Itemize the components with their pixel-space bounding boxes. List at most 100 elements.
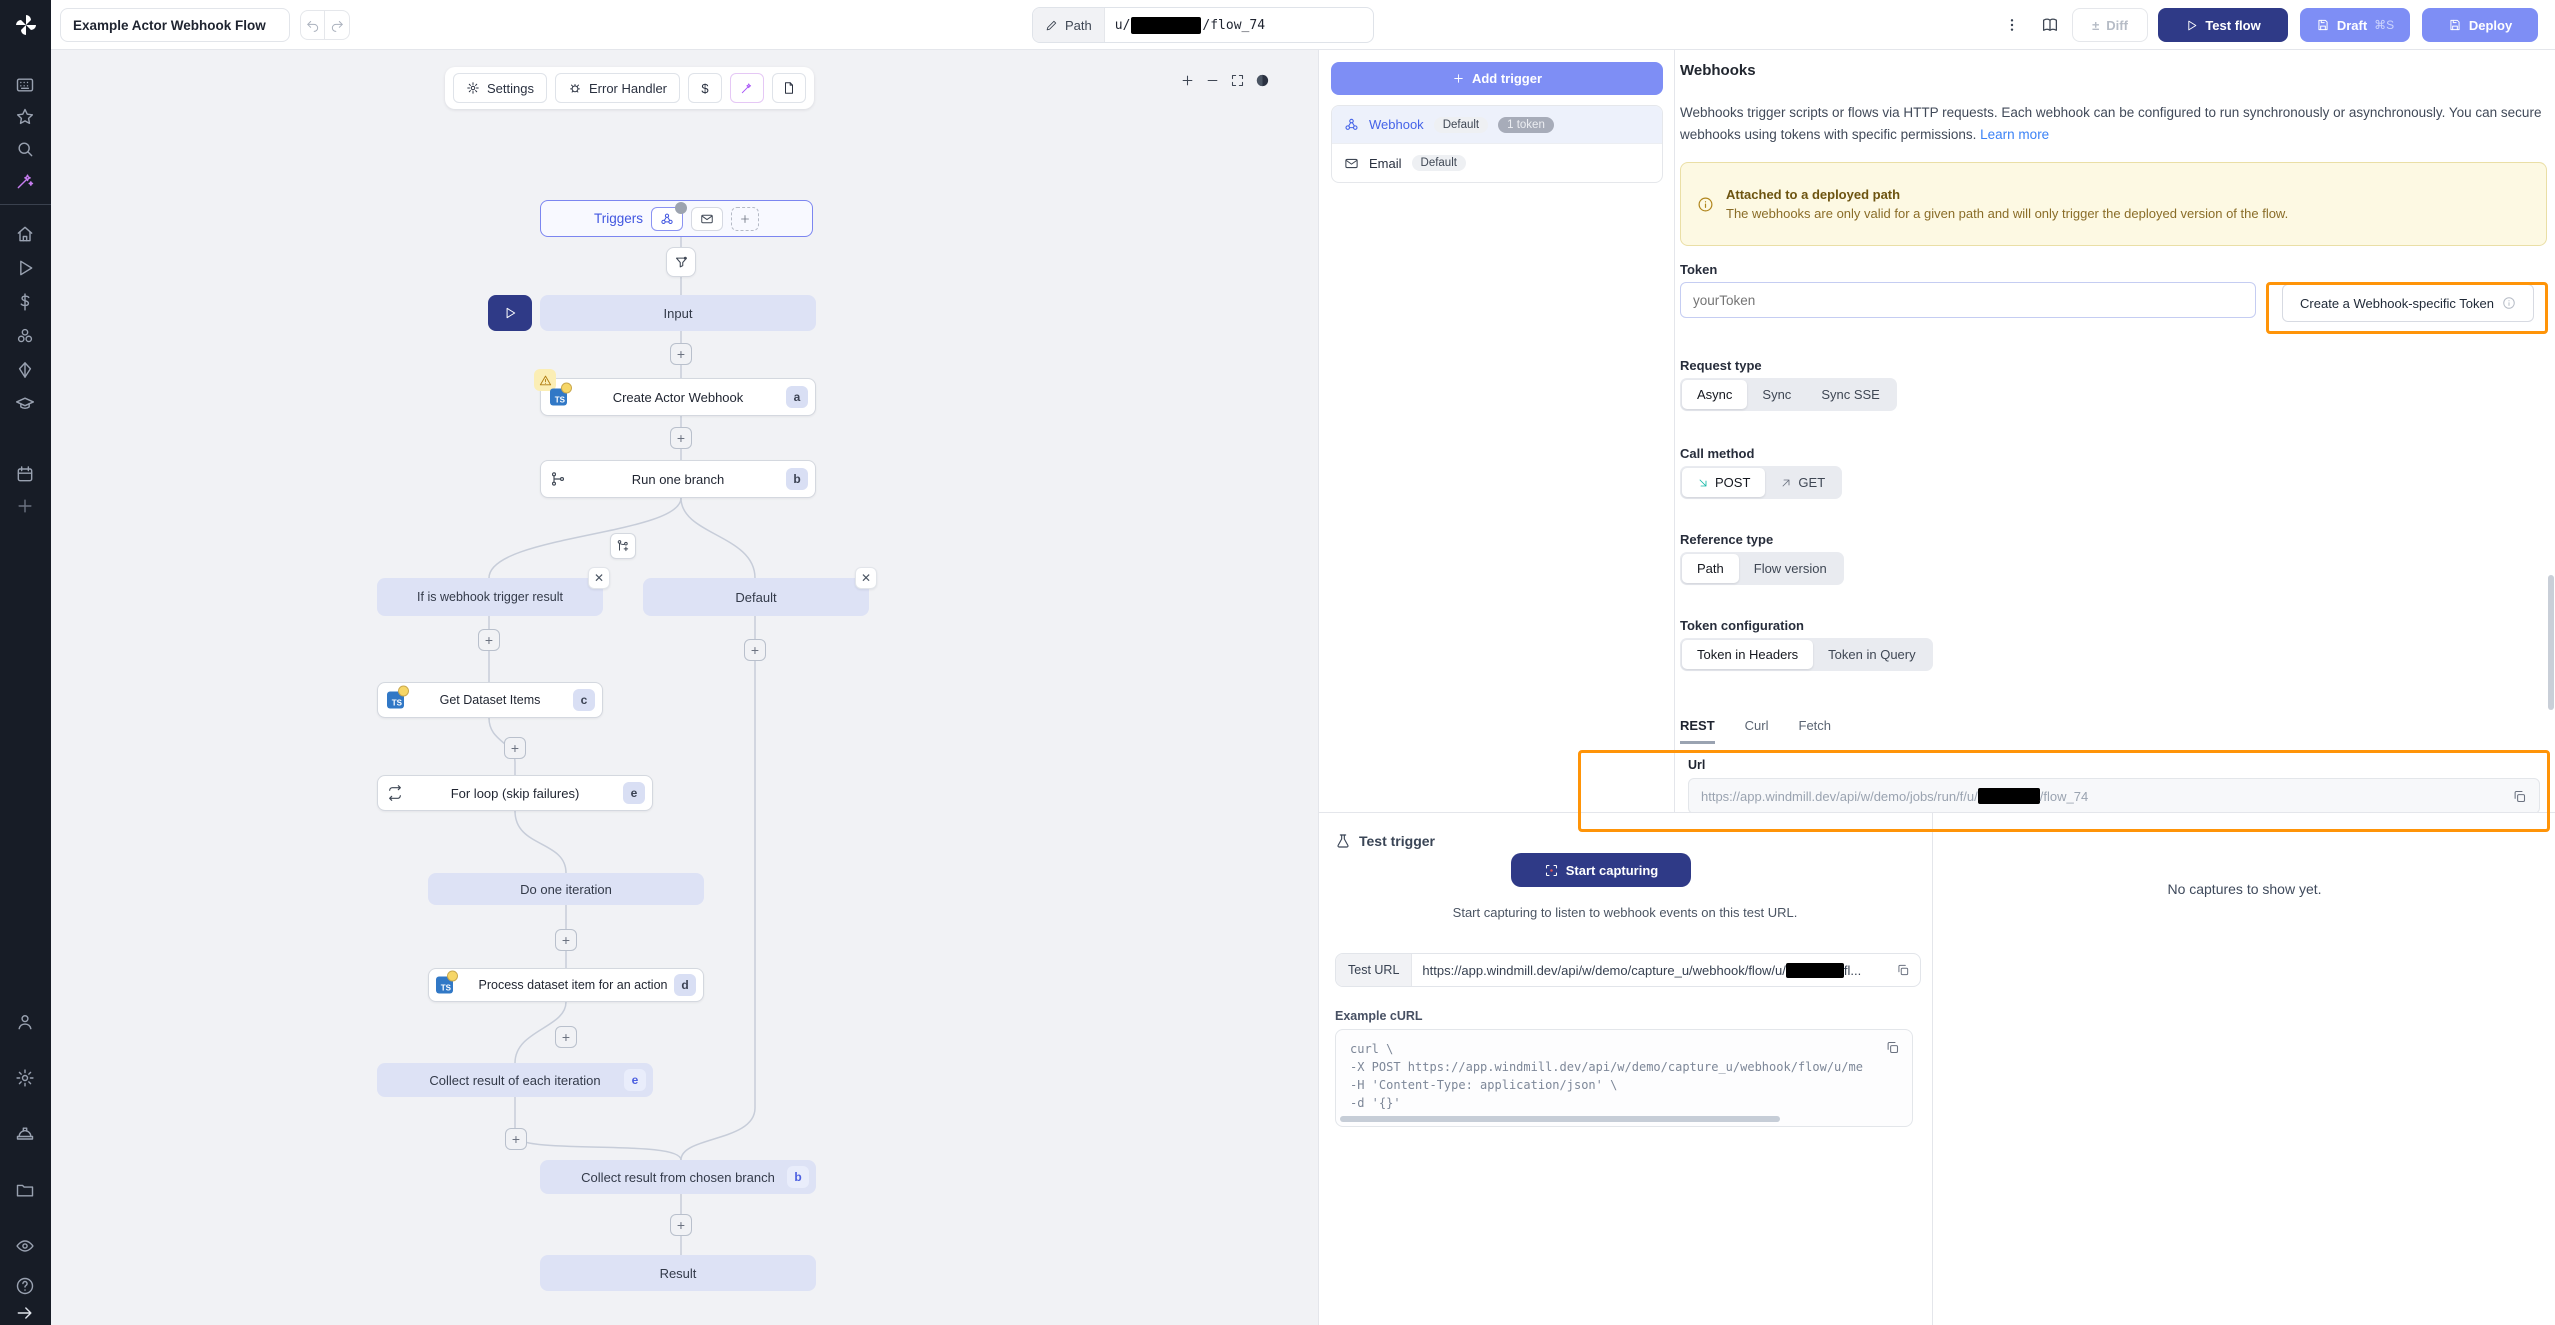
home-icon[interactable]	[15, 224, 35, 244]
workers-hardhat-icon[interactable]	[15, 1124, 35, 1144]
webhook-url-field[interactable]: https://app.windmill.dev/api/w/demo/jobs…	[1688, 778, 2540, 814]
insert-step-button[interactable]: +	[555, 929, 577, 951]
branch-default-node[interactable]: Default	[643, 578, 869, 616]
fit-view-icon[interactable]	[1230, 73, 1245, 88]
minimap-toggle-icon[interactable]	[1255, 73, 1270, 88]
delete-branch-button[interactable]: ✕	[588, 567, 610, 589]
deploy-button[interactable]: Deploy	[2422, 8, 2538, 42]
branch-if-node[interactable]: If is webhook trigger result	[377, 578, 603, 616]
test-url-field[interactable]: Test URL https://app.windmill.dev/api/w/…	[1335, 953, 1921, 987]
get-dataset-items-node[interactable]: TS Get Dataset Items c	[377, 682, 603, 718]
script-emoji-badge	[447, 971, 458, 982]
insert-step-button[interactable]: +	[505, 1128, 527, 1150]
panel-scrollbar[interactable]	[2548, 575, 2554, 710]
tutorials-cap-icon[interactable]	[15, 394, 35, 414]
search-icon[interactable]	[15, 139, 35, 159]
assets-gem-icon[interactable]	[15, 360, 35, 380]
tab-fetch[interactable]: Fetch	[1799, 718, 1832, 744]
insert-step-button[interactable]: +	[670, 1214, 692, 1236]
result-node[interactable]: Result	[540, 1255, 816, 1291]
zoom-out-icon[interactable]	[1205, 73, 1220, 88]
help-icon[interactable]	[15, 1276, 35, 1296]
user-icon[interactable]	[15, 1012, 35, 1032]
test-flow-button[interactable]: Test flow	[2158, 8, 2288, 42]
collect-branch-node[interactable]: Collect result from chosen branch b	[540, 1160, 816, 1194]
redo-button[interactable]	[325, 11, 349, 39]
ai-wand-button[interactable]	[730, 73, 764, 103]
more-menu-button[interactable]	[2000, 10, 2024, 40]
request-type-async[interactable]: Async	[1682, 380, 1747, 409]
draft-button[interactable]: Draft ⌘S	[2300, 8, 2410, 42]
insert-step-button[interactable]: +	[478, 629, 500, 651]
token-input[interactable]	[1680, 282, 2256, 318]
variables-dollar-icon[interactable]	[15, 292, 35, 312]
add-plus-icon[interactable]	[15, 496, 35, 516]
export-doc-button[interactable]	[772, 73, 806, 103]
run-input-play-button[interactable]	[488, 295, 532, 331]
insert-step-button[interactable]: +	[670, 427, 692, 449]
settings-gear-icon[interactable]	[15, 1068, 35, 1088]
do-one-iteration-node[interactable]: Do one iteration	[428, 873, 704, 905]
create-actor-webhook-node[interactable]: TS Create Actor Webhook a	[540, 378, 816, 416]
copy-test-url-icon[interactable]	[1896, 963, 1910, 977]
trigger-row-webhook[interactable]: Webhook Default 1 token	[1332, 106, 1662, 144]
triggers-node[interactable]: Triggers	[540, 200, 813, 237]
token-in-query[interactable]: Token in Query	[1813, 640, 1930, 669]
insert-step-button[interactable]: +	[670, 343, 692, 365]
flow-path-control[interactable]: Path u//flow_74	[1032, 7, 1374, 43]
schedules-calendar-icon[interactable]	[15, 464, 35, 484]
curl-horizontal-scrollbar[interactable]	[1340, 1116, 1780, 1122]
deployed-path-callout: Attached to a deployed path The webhooks…	[1680, 162, 2547, 246]
audit-eye-icon[interactable]	[15, 1236, 35, 1256]
trigger-row-email[interactable]: Email Default	[1332, 144, 1662, 182]
collect-iteration-node[interactable]: Collect result of each iteration e	[377, 1063, 653, 1097]
reference-type-flow-version[interactable]: Flow version	[1739, 554, 1842, 583]
token-in-headers[interactable]: Token in Headers	[1682, 640, 1813, 669]
delete-branch-button[interactable]: ✕	[855, 567, 877, 589]
request-type-sync[interactable]: Sync	[1747, 380, 1806, 409]
call-method-get[interactable]: GET	[1765, 468, 1840, 497]
flow-name-input[interactable]: Example Actor Webhook Flow	[60, 8, 290, 42]
curl-snippet-box[interactable]: curl \ -X POST https://app.windmill.dev/…	[1335, 1029, 1913, 1127]
email-trigger-chip[interactable]	[691, 207, 723, 231]
expand-sidebar-arrow-icon[interactable]	[15, 1303, 35, 1323]
tab-rest[interactable]: REST	[1680, 718, 1715, 744]
add-trigger-button[interactable]: Add trigger	[1331, 62, 1663, 95]
resources-icon[interactable]	[15, 326, 35, 346]
copy-url-icon[interactable]	[2512, 789, 2527, 804]
ai-wand-icon[interactable]	[15, 171, 35, 191]
insert-step-button[interactable]: +	[504, 737, 526, 759]
windmill-logo[interactable]	[0, 0, 51, 50]
flow-canvas[interactable]: Settings Error Handler $ Tri	[51, 50, 1318, 1325]
flow-settings-button[interactable]: Settings	[453, 73, 547, 103]
favorites-star-icon[interactable]	[15, 107, 35, 127]
start-capturing-button[interactable]: Start capturing	[1511, 853, 1691, 887]
process-dataset-item-node[interactable]: TS Process dataset item for an action d	[428, 968, 704, 1002]
add-trigger-chip[interactable]	[731, 207, 759, 231]
error-handler-button[interactable]: Error Handler	[555, 73, 680, 103]
input-node[interactable]: Input	[540, 295, 816, 331]
insert-step-button[interactable]: +	[555, 1026, 577, 1048]
runs-play-icon[interactable]	[15, 258, 35, 278]
docs-book-icon[interactable]	[2036, 10, 2064, 40]
call-method-post[interactable]: POST	[1682, 468, 1765, 497]
preprocessor-filter-node[interactable]	[666, 247, 696, 277]
add-branch-node[interactable]	[610, 533, 636, 559]
learn-more-link[interactable]: Learn more	[1980, 127, 2049, 142]
variables-dollar-button[interactable]: $	[688, 73, 722, 103]
reference-type-path[interactable]: Path	[1682, 554, 1739, 583]
diff-button[interactable]: ± Diff	[2072, 8, 2148, 42]
callout-body: The webhooks are only valid for a given …	[1726, 206, 2288, 221]
copy-curl-icon[interactable]	[1885, 1040, 1900, 1055]
for-loop-node[interactable]: For loop (skip failures) e	[377, 775, 653, 811]
run-one-branch-node[interactable]: Run one branch b	[540, 460, 816, 498]
webhook-trigger-chip[interactable]	[651, 207, 683, 231]
undo-button[interactable]	[301, 11, 325, 39]
request-type-sync-sse[interactable]: Sync SSE	[1806, 380, 1895, 409]
zoom-in-icon[interactable]	[1180, 73, 1195, 88]
tab-curl[interactable]: Curl	[1745, 718, 1769, 744]
apps-grid-icon[interactable]	[15, 75, 35, 95]
folders-icon[interactable]	[15, 1180, 35, 1200]
insert-step-button[interactable]: +	[744, 639, 766, 661]
create-webhook-token-button[interactable]: Create a Webhook-specific Token	[2282, 284, 2534, 322]
